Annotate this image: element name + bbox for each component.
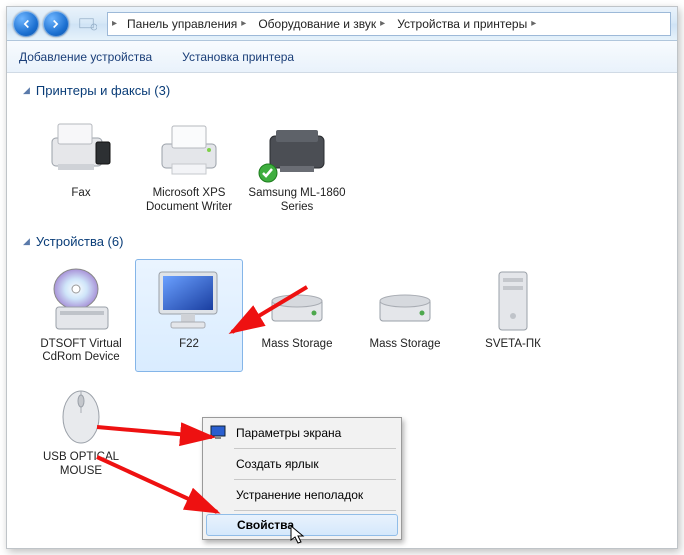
- device-label: F22: [138, 338, 240, 352]
- optical-drive-icon: [30, 266, 132, 336]
- printers-grid: Fax Microsoft XPS Document Writer: [27, 108, 669, 222]
- device-label: USB OPTICAL MOUSE: [30, 451, 132, 479]
- breadcrumb-label: Оборудование и звук: [258, 17, 376, 31]
- chevron-right-icon: ▸: [108, 18, 121, 29]
- device-item-samsung[interactable]: Samsung ML-1860 Series: [243, 108, 351, 222]
- device-label: Mass Storage: [246, 338, 348, 352]
- menu-item-troubleshoot[interactable]: Устранение неполадок: [206, 483, 398, 507]
- breadcrumb-label: Панель управления: [127, 17, 237, 31]
- menu-item-display-settings[interactable]: Параметры экрана: [206, 421, 398, 445]
- printer-icon: [246, 115, 348, 185]
- breadcrumb-segment[interactable]: Устройства и принтеры ▸: [391, 13, 542, 35]
- device-item-fax[interactable]: Fax: [27, 108, 135, 222]
- default-check-icon: [258, 163, 278, 183]
- hdd-icon: [354, 266, 456, 336]
- device-item-storage[interactable]: Mass Storage: [351, 259, 459, 373]
- mouse-icon: [30, 379, 132, 449]
- printer-icon: [138, 115, 240, 185]
- menu-item-label: Свойства: [237, 518, 294, 532]
- device-item-cdrom[interactable]: DTSOFT Virtual CdRom Device: [27, 259, 135, 373]
- section-header-printers[interactable]: ◢ Принтеры и факсы (3): [23, 83, 669, 98]
- hdd-icon: [246, 266, 348, 336]
- chevron-right-icon: ▸: [527, 18, 540, 29]
- device-item-xps[interactable]: Microsoft XPS Document Writer: [135, 108, 243, 222]
- breadcrumb-segment[interactable]: Оборудование и звук ▸: [252, 13, 391, 35]
- device-label: SVETA-ПК: [462, 338, 564, 352]
- command-bar: Добавление устройства Установка принтера: [7, 41, 677, 73]
- forward-button[interactable]: [43, 11, 69, 37]
- device-label: Fax: [30, 187, 132, 201]
- menu-separator: [234, 479, 396, 480]
- menu-separator: [234, 448, 396, 449]
- collapse-icon: ◢: [23, 236, 30, 247]
- monitor-icon: [138, 266, 240, 336]
- device-item-mouse[interactable]: USB OPTICAL MOUSE: [27, 372, 135, 486]
- add-printer-button[interactable]: Установка принтера: [182, 50, 294, 64]
- chevron-right-icon: ▸: [237, 18, 250, 29]
- collapse-icon: ◢: [23, 85, 30, 96]
- breadcrumb-segment[interactable]: Панель управления ▸: [121, 13, 252, 35]
- device-label: Microsoft XPS Document Writer: [138, 187, 240, 215]
- navigation-bar: ▸ Панель управления ▸ Оборудование и зву…: [7, 7, 677, 41]
- add-device-button[interactable]: Добавление устройства: [19, 50, 152, 64]
- monitor-small-icon: [210, 424, 228, 442]
- device-label: Samsung ML-1860 Series: [246, 187, 348, 215]
- menu-item-label: Устранение неполадок: [236, 488, 363, 502]
- breadcrumb-label: Устройства и принтеры: [397, 17, 527, 31]
- address-icon: [79, 16, 97, 32]
- device-label: DTSOFT Virtual CdRom Device: [30, 338, 132, 366]
- section-header-devices[interactable]: ◢ Устройства (6): [23, 234, 669, 249]
- cursor-icon: [290, 525, 308, 545]
- menu-item-create-shortcut[interactable]: Создать ярлык: [206, 452, 398, 476]
- menu-separator: [234, 510, 396, 511]
- menu-item-label: Параметры экрана: [236, 426, 341, 440]
- device-label: Mass Storage: [354, 338, 456, 352]
- section-title: Устройства (6): [36, 234, 124, 249]
- device-item-storage[interactable]: Mass Storage: [243, 259, 351, 373]
- fax-icon: [30, 115, 132, 185]
- chevron-right-icon: ▸: [376, 18, 389, 29]
- context-menu: Параметры экрана Создать ярлык Устранени…: [202, 417, 402, 540]
- device-item-monitor[interactable]: F22: [135, 259, 243, 373]
- device-item-pc[interactable]: SVETA-ПК: [459, 259, 567, 373]
- computer-tower-icon: [462, 266, 564, 336]
- breadcrumb[interactable]: ▸ Панель управления ▸ Оборудование и зву…: [107, 12, 671, 36]
- section-title: Принтеры и факсы (3): [36, 83, 170, 98]
- menu-item-label: Создать ярлык: [236, 457, 319, 471]
- back-button[interactable]: [13, 11, 39, 37]
